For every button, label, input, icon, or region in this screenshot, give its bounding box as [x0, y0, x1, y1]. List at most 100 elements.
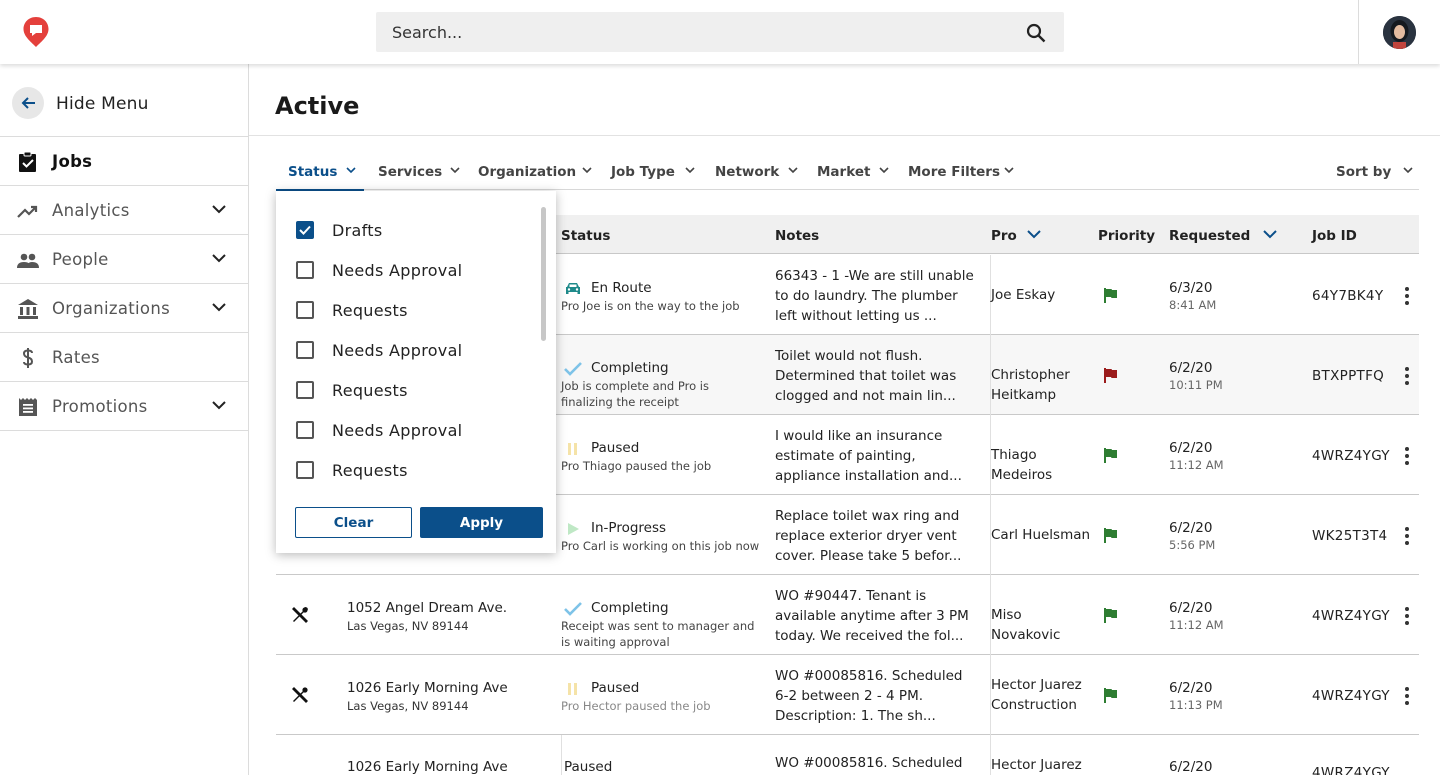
search-icon[interactable] [1026, 23, 1046, 43]
search-input[interactable] [376, 12, 1016, 52]
pro-name[interactable]: Thiago Medeiros [991, 445, 1091, 485]
search-bar [376, 12, 1064, 52]
chevron-down-icon [212, 303, 226, 312]
status-option-needs-approval[interactable]: Needs Approval [294, 335, 534, 365]
table-row[interactable]: 1052 Angel Dream Ave. Las Vegas, NV 8914… [276, 575, 1419, 655]
filter-network[interactable]: Network [703, 154, 803, 189]
apply-button[interactable]: Apply [420, 507, 543, 538]
priority-flag-icon[interactable] [1102, 607, 1118, 623]
sidebar-item-rates[interactable]: Rates [0, 333, 248, 382]
avatar[interactable] [1383, 16, 1416, 49]
requested-time: 10:11 PM [1169, 378, 1223, 392]
more-options-icon[interactable] [1402, 286, 1412, 306]
check-icon [564, 362, 582, 376]
address-line-2: Las Vegas, NV 89144 [347, 699, 469, 713]
table-row[interactable]: 1026 Early Morning Ave Las Vegas, NV 891… [276, 655, 1419, 735]
pro-name[interactable]: Hector Juarez [991, 755, 1091, 775]
checkbox[interactable] [296, 261, 314, 279]
job-notes: WO #00085816. Scheduled 6-2 between 2 - … [775, 755, 963, 771]
checkbox[interactable] [296, 301, 314, 319]
top-bar [0, 0, 1440, 64]
sidebar-item-jobs[interactable]: Jobs [0, 137, 248, 186]
sidebar: Hide Menu Jobs Analytics People Organiza… [0, 64, 249, 775]
column-notes[interactable]: Notes [775, 228, 819, 244]
status-option-needs-approval[interactable]: Needs Approval [294, 255, 534, 285]
filter-more-filters[interactable]: More Filters [896, 154, 1021, 189]
hide-menu-button[interactable]: Hide Menu [0, 64, 248, 137]
job-id[interactable]: 4WRZ4YGY [1312, 608, 1390, 624]
priority-flag-icon[interactable] [1102, 367, 1118, 383]
pro-name[interactable]: Hector Juarez Construction [991, 675, 1091, 715]
more-options-icon[interactable] [1402, 686, 1412, 706]
address-line-1[interactable]: 1052 Angel Dream Ave. [347, 600, 507, 616]
dollar-icon [22, 348, 34, 368]
priority-flag-icon[interactable] [1102, 287, 1118, 303]
job-id[interactable]: 4WRZ4YGY [1312, 448, 1390, 464]
checkbox-checked[interactable] [296, 221, 314, 239]
people-icon [17, 253, 39, 268]
status-option-requests[interactable]: Requests [294, 295, 534, 325]
option-label: Requests [332, 381, 408, 400]
pro-name[interactable]: Christopher Heitkamp [991, 365, 1091, 405]
requested-date: 6/2/20 [1169, 360, 1213, 376]
sidebar-item-promotions[interactable]: Promotions [0, 382, 248, 431]
checkbox[interactable] [296, 381, 314, 399]
sidebar-item-analytics[interactable]: Analytics [0, 186, 248, 235]
pro-name[interactable]: Miso Novakovic [991, 605, 1091, 645]
clear-button[interactable]: Clear [295, 507, 412, 538]
priority-flag-icon[interactable] [1102, 447, 1118, 463]
column-requested[interactable]: Requested [1169, 228, 1277, 244]
sidebar-item-people[interactable]: People [0, 235, 248, 284]
filter-market[interactable]: Market [805, 154, 895, 189]
requested-date: 6/2/20 [1169, 600, 1213, 616]
chevron-down-icon [450, 167, 460, 174]
job-notes: 66343 - 1 -We are still unable to do lau… [775, 268, 974, 324]
address-line-1[interactable]: 1026 Early Morning Ave [347, 759, 508, 775]
status-option-requests[interactable]: Requests [294, 375, 534, 405]
address-line-1[interactable]: 1026 Early Morning Ave [347, 680, 508, 696]
job-id[interactable]: BTXPPTFQ [1312, 368, 1384, 384]
filter-status[interactable]: Status [276, 154, 364, 191]
chevron-down-icon [212, 205, 226, 214]
requested-time: 11:12 AM [1169, 458, 1224, 472]
filter-job-type[interactable]: Job Type [599, 154, 699, 189]
play-icon [568, 523, 579, 535]
status-name: Completing [591, 360, 669, 376]
filter-label: Status [288, 164, 338, 180]
table-row[interactable]: 1026 Early Morning Ave Paused WO #000858… [276, 735, 1419, 775]
job-id[interactable]: 4WRZ4YGY [1312, 765, 1390, 775]
status-description: Receipt was sent to manager and is waiti… [561, 619, 755, 649]
column-pro[interactable]: Pro [991, 228, 1041, 244]
column-job-id[interactable]: Job ID [1312, 228, 1357, 244]
status-option-requests[interactable]: Requests [294, 455, 534, 485]
more-options-icon[interactable] [1402, 366, 1412, 386]
pro-name[interactable]: Joe Eskay [991, 285, 1091, 305]
status-description: Pro Thiago paused the job [561, 459, 712, 473]
job-notes: WO #00085816. Scheduled 6-2 between 2 - … [775, 668, 963, 724]
sidebar-item-organizations[interactable]: Organizations [0, 284, 248, 333]
job-id[interactable]: 64Y7BK4Y [1312, 288, 1383, 304]
sort-by-button[interactable]: Sort by [1326, 154, 1419, 189]
filter-services[interactable]: Services [366, 154, 462, 189]
job-id[interactable]: 4WRZ4YGY [1312, 688, 1390, 704]
check-icon [564, 602, 582, 616]
logo-icon[interactable] [22, 16, 50, 48]
dropdown-scrollbar[interactable] [541, 207, 546, 341]
checkbox[interactable] [296, 421, 314, 439]
column-status[interactable]: Status [561, 228, 610, 244]
priority-flag-icon[interactable] [1102, 687, 1118, 703]
job-id[interactable]: WK25T3T4 [1312, 528, 1387, 544]
more-options-icon[interactable] [1402, 606, 1412, 626]
priority-flag-icon[interactable] [1102, 527, 1118, 543]
filter-organization[interactable]: Organization [466, 154, 594, 189]
tools-icon [292, 687, 308, 703]
status-option-needs-approval[interactable]: Needs Approval [294, 415, 534, 445]
more-options-icon[interactable] [1402, 446, 1412, 466]
job-notes: I would like an insurance estimate of pa… [775, 428, 962, 484]
status-option-drafts[interactable]: Drafts [294, 215, 534, 245]
pro-name[interactable]: Carl Huelsman [991, 525, 1091, 545]
checkbox[interactable] [296, 461, 314, 479]
more-options-icon[interactable] [1402, 526, 1412, 546]
column-priority[interactable]: Priority [1098, 228, 1155, 244]
checkbox[interactable] [296, 341, 314, 359]
